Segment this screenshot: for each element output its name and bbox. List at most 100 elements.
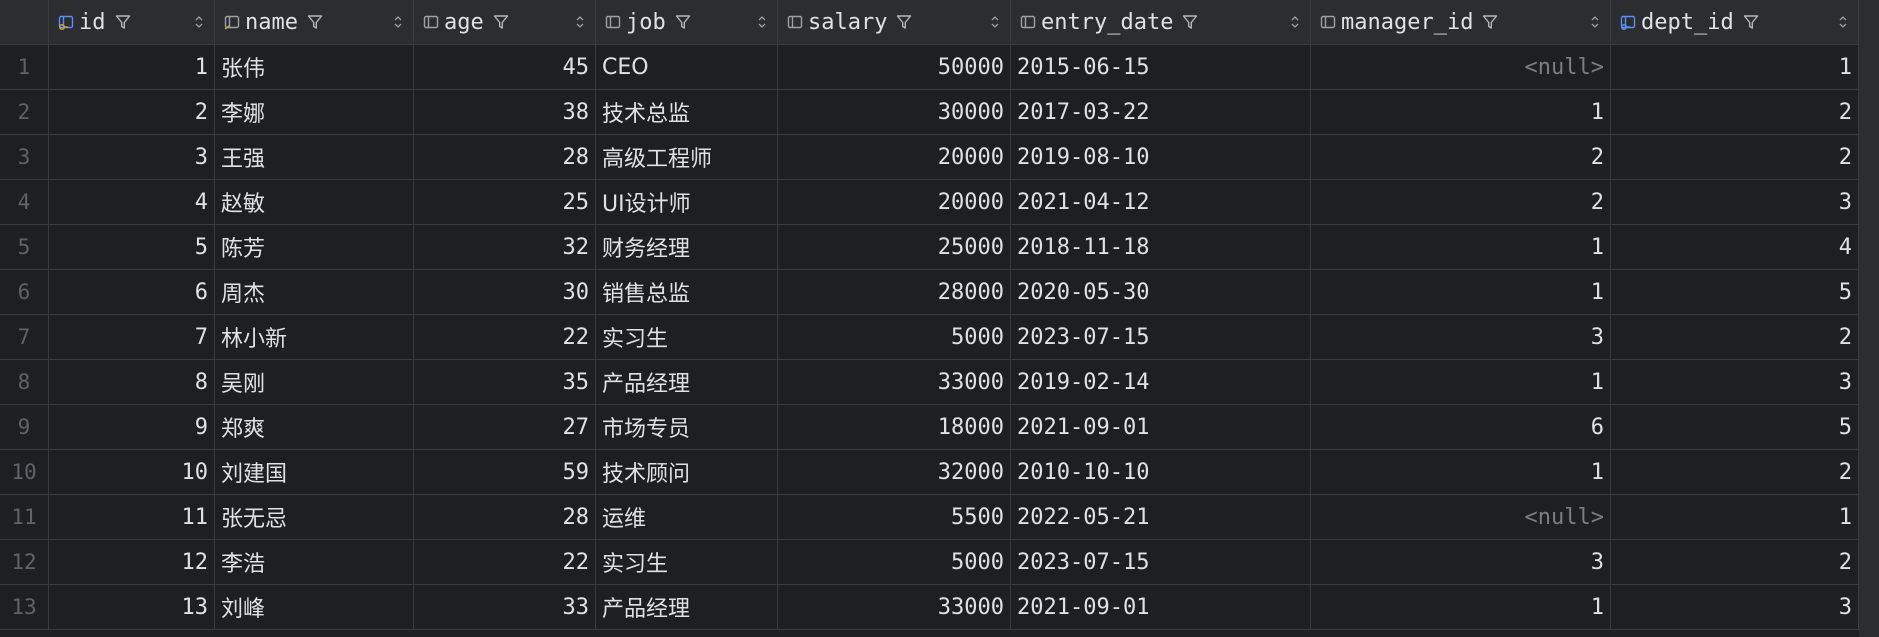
cell-entry-date[interactable]: 2021-09-01 — [1011, 585, 1311, 630]
cell-entry-date[interactable]: 2021-09-01 — [1011, 405, 1311, 450]
row-number[interactable]: 8 — [0, 360, 49, 405]
row-number[interactable]: 10 — [0, 450, 49, 495]
cell-id[interactable]: 10 — [49, 450, 215, 495]
filter-icon[interactable] — [674, 13, 692, 31]
cell-age[interactable]: 35 — [414, 360, 596, 405]
filter-icon[interactable] — [306, 13, 324, 31]
cell-name[interactable]: 王强 — [215, 135, 414, 180]
cell-id[interactable]: 1 — [49, 45, 215, 90]
cell-entry-date[interactable]: 2015-06-15 — [1011, 45, 1311, 90]
sort-icon[interactable] — [1838, 15, 1848, 29]
cell-salary[interactable]: 28000 — [778, 270, 1011, 315]
cell-id[interactable]: 6 — [49, 270, 215, 315]
cell-name[interactable]: 张伟 — [215, 45, 414, 90]
cell-manager-id[interactable]: 1 — [1311, 270, 1611, 315]
cell-age[interactable]: 22 — [414, 540, 596, 585]
column-header-dept_id[interactable]: dept_id — [1611, 0, 1859, 45]
column-header-manager_id[interactable]: manager_id — [1311, 0, 1611, 45]
cell-job[interactable]: 技术总监 — [596, 90, 778, 135]
sort-icon[interactable] — [757, 15, 767, 29]
cell-salary[interactable]: 5000 — [778, 540, 1011, 585]
data-grid[interactable]: id name age job salary entry_date manager_id de… — [0, 0, 1859, 637]
cell-name[interactable]: 陈芳 — [215, 225, 414, 270]
cell-job[interactable]: 高级工程师 — [596, 135, 778, 180]
cell-salary[interactable]: 5500 — [778, 495, 1011, 540]
cell-age[interactable]: 38 — [414, 90, 596, 135]
cell-entry-date[interactable]: 2019-02-14 — [1011, 360, 1311, 405]
cell-id[interactable]: 12 — [49, 540, 215, 585]
cell-name[interactable]: 林小新 — [215, 315, 414, 360]
cell-entry-date[interactable]: 2010-10-10 — [1011, 450, 1311, 495]
cell-age[interactable]: 22 — [414, 315, 596, 360]
cell-name[interactable]: 刘建国 — [215, 450, 414, 495]
cell-manager-id[interactable]: <null> — [1311, 495, 1611, 540]
cell-id[interactable]: 13 — [49, 585, 215, 630]
column-header-id[interactable]: id — [49, 0, 215, 45]
cell-dept-id[interactable]: 5 — [1611, 405, 1859, 450]
cell-age[interactable]: 30 — [414, 270, 596, 315]
filter-icon[interactable] — [1742, 13, 1760, 31]
column-header-name[interactable]: name — [215, 0, 414, 45]
cell-dept-id[interactable]: 3 — [1611, 180, 1859, 225]
cell-dept-id[interactable]: 3 — [1611, 585, 1859, 630]
column-header-job[interactable]: job — [596, 0, 778, 45]
cell-job[interactable]: 实习生 — [596, 540, 778, 585]
cell-salary[interactable]: 18000 — [778, 405, 1011, 450]
cell-id[interactable]: 11 — [49, 495, 215, 540]
cell-name[interactable]: 周杰 — [215, 270, 414, 315]
cell-age[interactable]: 32 — [414, 225, 596, 270]
sort-icon[interactable] — [393, 15, 403, 29]
cell-job[interactable]: 技术顾问 — [596, 450, 778, 495]
cell-entry-date[interactable]: 2023-07-15 — [1011, 315, 1311, 360]
sort-icon[interactable] — [1290, 15, 1300, 29]
column-header-salary[interactable]: salary — [778, 0, 1011, 45]
cell-manager-id[interactable]: 6 — [1311, 405, 1611, 450]
cell-name[interactable]: 赵敏 — [215, 180, 414, 225]
cell-name[interactable]: 刘峰 — [215, 585, 414, 630]
cell-job[interactable]: 财务经理 — [596, 225, 778, 270]
cell-name[interactable]: 李浩 — [215, 540, 414, 585]
cell-salary[interactable]: 20000 — [778, 135, 1011, 180]
cell-id[interactable]: 8 — [49, 360, 215, 405]
cell-dept-id[interactable]: 5 — [1611, 270, 1859, 315]
cell-age[interactable]: 45 — [414, 45, 596, 90]
cell-dept-id[interactable]: 2 — [1611, 135, 1859, 180]
vertical-scrollbar-track[interactable] — [1859, 0, 1879, 637]
cell-age[interactable]: 27 — [414, 405, 596, 450]
cell-job[interactable]: 产品经理 — [596, 360, 778, 405]
row-number[interactable]: 5 — [0, 225, 49, 270]
filter-icon[interactable] — [895, 13, 913, 31]
filter-icon[interactable] — [1481, 13, 1499, 31]
cell-manager-id[interactable]: 1 — [1311, 225, 1611, 270]
cell-manager-id[interactable]: 2 — [1311, 180, 1611, 225]
cell-age[interactable]: 25 — [414, 180, 596, 225]
cell-dept-id[interactable]: 2 — [1611, 540, 1859, 585]
cell-dept-id[interactable]: 1 — [1611, 45, 1859, 90]
row-number[interactable]: 7 — [0, 315, 49, 360]
cell-job[interactable]: 产品经理 — [596, 585, 778, 630]
cell-manager-id[interactable]: 1 — [1311, 90, 1611, 135]
cell-salary[interactable]: 33000 — [778, 585, 1011, 630]
sort-icon[interactable] — [990, 15, 1000, 29]
cell-job[interactable]: 运维 — [596, 495, 778, 540]
sort-icon[interactable] — [194, 15, 204, 29]
cell-salary[interactable]: 25000 — [778, 225, 1011, 270]
cell-manager-id[interactable]: 1 — [1311, 585, 1611, 630]
cell-salary[interactable]: 20000 — [778, 180, 1011, 225]
cell-id[interactable]: 4 — [49, 180, 215, 225]
cell-id[interactable]: 7 — [49, 315, 215, 360]
cell-salary[interactable]: 50000 — [778, 45, 1011, 90]
cell-manager-id[interactable]: 1 — [1311, 450, 1611, 495]
cell-age[interactable]: 28 — [414, 495, 596, 540]
filter-icon[interactable] — [114, 13, 132, 31]
column-header-entry_date[interactable]: entry_date — [1011, 0, 1311, 45]
cell-name[interactable]: 李娜 — [215, 90, 414, 135]
cell-manager-id[interactable]: 1 — [1311, 360, 1611, 405]
cell-entry-date[interactable]: 2020-05-30 — [1011, 270, 1311, 315]
cell-dept-id[interactable]: 2 — [1611, 315, 1859, 360]
cell-manager-id[interactable]: 3 — [1311, 315, 1611, 360]
cell-id[interactable]: 5 — [49, 225, 215, 270]
row-number[interactable]: 13 — [0, 585, 49, 630]
cell-entry-date[interactable]: 2019-08-10 — [1011, 135, 1311, 180]
sort-icon[interactable] — [575, 15, 585, 29]
